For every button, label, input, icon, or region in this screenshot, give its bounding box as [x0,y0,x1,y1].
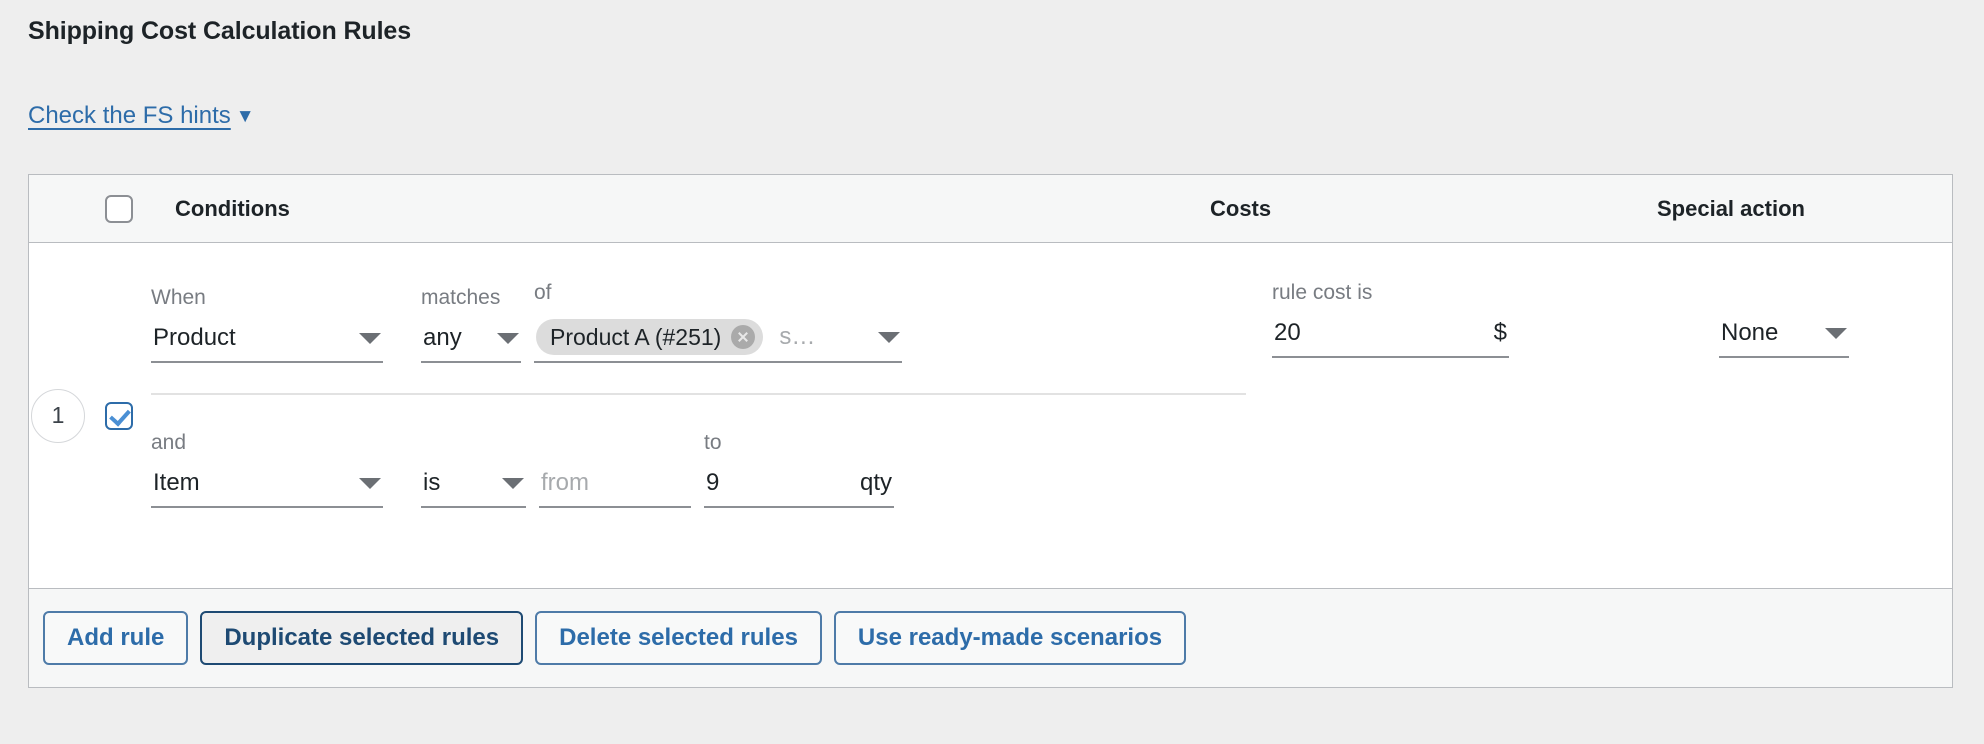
duplicate-selected-rules-button[interactable]: Duplicate selected rules [200,611,524,665]
condition-subject-value: Product [153,324,236,351]
condition-values-placeholder: s… [779,323,816,350]
remove-chip-icon[interactable] [731,325,756,349]
header-conditions: Conditions [175,195,290,221]
condition-operator-select[interactable]: any [421,324,521,363]
add-rule-button[interactable]: Add rule [43,611,189,665]
special-action-value: None [1721,319,1779,346]
condition2-to-field: to 9 qty [704,431,894,508]
selected-product-chip: Product A (#251) [536,319,764,355]
chevron-down-icon [359,477,381,489]
chevron-down-icon [502,477,524,489]
condition-subject-select[interactable]: Product [151,324,383,363]
table-header-row: Conditions Costs Special action [29,175,1952,243]
condition-subject-field: When Product [151,286,383,363]
condition-row-2: and Item is from to 9 qty [151,431,1272,508]
check-fs-hints-label: Check the FS hints [28,102,231,129]
condition2-operator-select[interactable]: is [421,469,526,508]
rule-cost-field: rule cost is 20 $ [1272,281,1509,358]
special-action-label [1719,281,1849,305]
use-ready-made-scenarios-button[interactable]: Use ready-made scenarios [833,611,1187,665]
rule-special-action-cell: None [1657,243,1952,588]
header-costs: Costs [1210,195,1272,221]
rule-select-checkbox[interactable] [105,401,133,430]
condition2-unit-label: qty [859,469,892,496]
condition-matches-label: matches [421,286,501,309]
selected-product-label: Product A (#251) [550,323,722,350]
condition2-from-placeholder: from [541,469,589,496]
condition-values-multiselect[interactable]: Product A (#251) s… [534,319,902,363]
chevron-down-icon [878,331,900,343]
chevron-down-icon: ▼ [235,106,255,127]
rule-cost-label: rule cost is [1272,281,1373,304]
rule-cost-cell: rule cost is 20 $ [1272,243,1657,588]
header-select-all-col [87,194,151,223]
condition-divider [151,393,1246,395]
condition-row-1: When Product matches any of Product A (#… [151,281,1272,363]
condition-of-label: of [534,281,552,304]
condition-values-field: of Product A (#251) s… [534,281,902,363]
condition-operator-field: matches any [421,286,521,363]
condition-and-label: and [151,431,187,454]
page-title: Shipping Cost Calculation Rules [28,17,412,45]
condition2-to-input[interactable]: 9 qty [704,469,894,508]
rules-table: Conditions Costs Special action 1 When P… [28,174,1953,688]
condition2-operator-value: is [423,469,441,496]
chevron-down-icon [1825,327,1847,339]
special-action-field: None [1719,281,1849,358]
rule-conditions-cell: When Product matches any of Product A (#… [151,243,1272,588]
condition-when-label: When [151,286,206,309]
rule-cost-input[interactable]: 20 $ [1272,319,1509,358]
currency-symbol: $ [1493,319,1507,346]
rule-select-cell [87,243,151,588]
check-fs-hints-link[interactable]: Check the FS hints ▼ [28,102,255,131]
condition2-from-field: from [539,431,691,508]
delete-selected-rules-button[interactable]: Delete selected rules [535,611,822,665]
condition2-to-value: 9 [706,469,720,496]
chevron-down-icon [359,332,381,344]
rule-number-cell: 1 [29,243,87,588]
table-row: 1 When Product matches any of Product A … [29,243,1952,588]
condition2-subject-value: Item [153,469,200,496]
condition2-operator-field: is [421,431,526,508]
select-all-checkbox[interactable] [105,194,133,223]
chevron-down-icon [497,332,519,344]
condition2-from-label [539,431,691,455]
condition2-subject-select[interactable]: Item [151,469,383,508]
condition2-to-label: to [704,431,722,454]
rule-number-badge: 1 [31,388,85,443]
condition2-from-input[interactable]: from [539,469,691,508]
condition2-subject-field: and Item [151,431,383,508]
rule-cost-value: 20 [1274,319,1301,346]
special-action-select[interactable]: None [1719,319,1849,358]
header-special-action: Special action [1657,195,1805,221]
table-footer: Add rule Duplicate selected rules Delete… [29,588,1952,687]
shipping-rules-page: Shipping Cost Calculation Rules Check th… [0,0,1984,744]
condition-operator-value: any [423,324,462,351]
condition2-operator-label [421,431,526,455]
